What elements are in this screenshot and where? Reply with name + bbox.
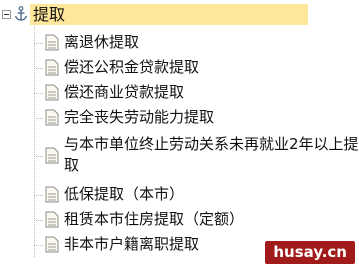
tree-item-rent[interactable]: 租赁本市住房提取（定额）: [34, 209, 244, 230]
tree-connector: [34, 245, 43, 246]
tree-item-low-income[interactable]: 低保提取（本市）: [34, 184, 184, 205]
tree-connector: [34, 43, 43, 44]
tree-item-label[interactable]: 低保提取（本市）: [64, 184, 184, 205]
watermark-logo: husay.cn: [265, 241, 355, 264]
tree-item-label[interactable]: 偿还公积金贷款提取: [64, 57, 199, 78]
tree-item-label[interactable]: 离退休提取: [64, 32, 139, 53]
anchor-icon: [14, 6, 28, 21]
tree-connector: [34, 118, 43, 119]
tree-connector: [34, 156, 43, 157]
tree-item-label[interactable]: 租赁本市住房提取（定额）: [64, 209, 244, 230]
tree-item-commercial-loan[interactable]: 偿还商业贷款提取: [34, 82, 184, 103]
document-icon: [45, 109, 59, 126]
tree-connector: [34, 220, 43, 221]
document-icon: [45, 211, 59, 228]
tree-item-label[interactable]: 完全丧失劳动能力提取: [64, 107, 214, 128]
tree-connector: [34, 68, 43, 69]
document-icon: [45, 59, 59, 76]
document-icon: [45, 34, 59, 51]
tree-item-retirement[interactable]: 离退休提取: [34, 32, 139, 53]
document-icon: [45, 236, 59, 253]
tree-connector: [34, 93, 43, 94]
document-icon: [45, 186, 59, 203]
tree-item-label[interactable]: 非本市户籍离职提取: [64, 234, 199, 255]
tree-item-disability[interactable]: 完全丧失劳动能力提取: [34, 107, 214, 128]
document-icon: [45, 147, 59, 164]
tree-root-node[interactable]: 提取: [2, 2, 308, 26]
collapse-toggle-icon[interactable]: [2, 9, 11, 19]
tree-view: 提取 离退休提取 偿还公积金贷款提取 偿还商业贷款提取 完全丧失劳动能力提取 与…: [0, 0, 359, 268]
tree-item-non-local[interactable]: 非本市户籍离职提取: [34, 234, 199, 255]
tree-root-label[interactable]: 提取: [30, 3, 308, 25]
document-icon: [45, 84, 59, 101]
tree-connector: [34, 195, 43, 196]
tree-item-label[interactable]: 偿还商业贷款提取: [64, 82, 184, 103]
tree-item-label[interactable]: 与本市单位终止劳动关系未再就业2年以上提取: [64, 134, 359, 176]
tree-item-unemployed[interactable]: 与本市单位终止劳动关系未再就业2年以上提取: [34, 134, 359, 176]
tree-item-provident-loan[interactable]: 偿还公积金贷款提取: [34, 57, 199, 78]
